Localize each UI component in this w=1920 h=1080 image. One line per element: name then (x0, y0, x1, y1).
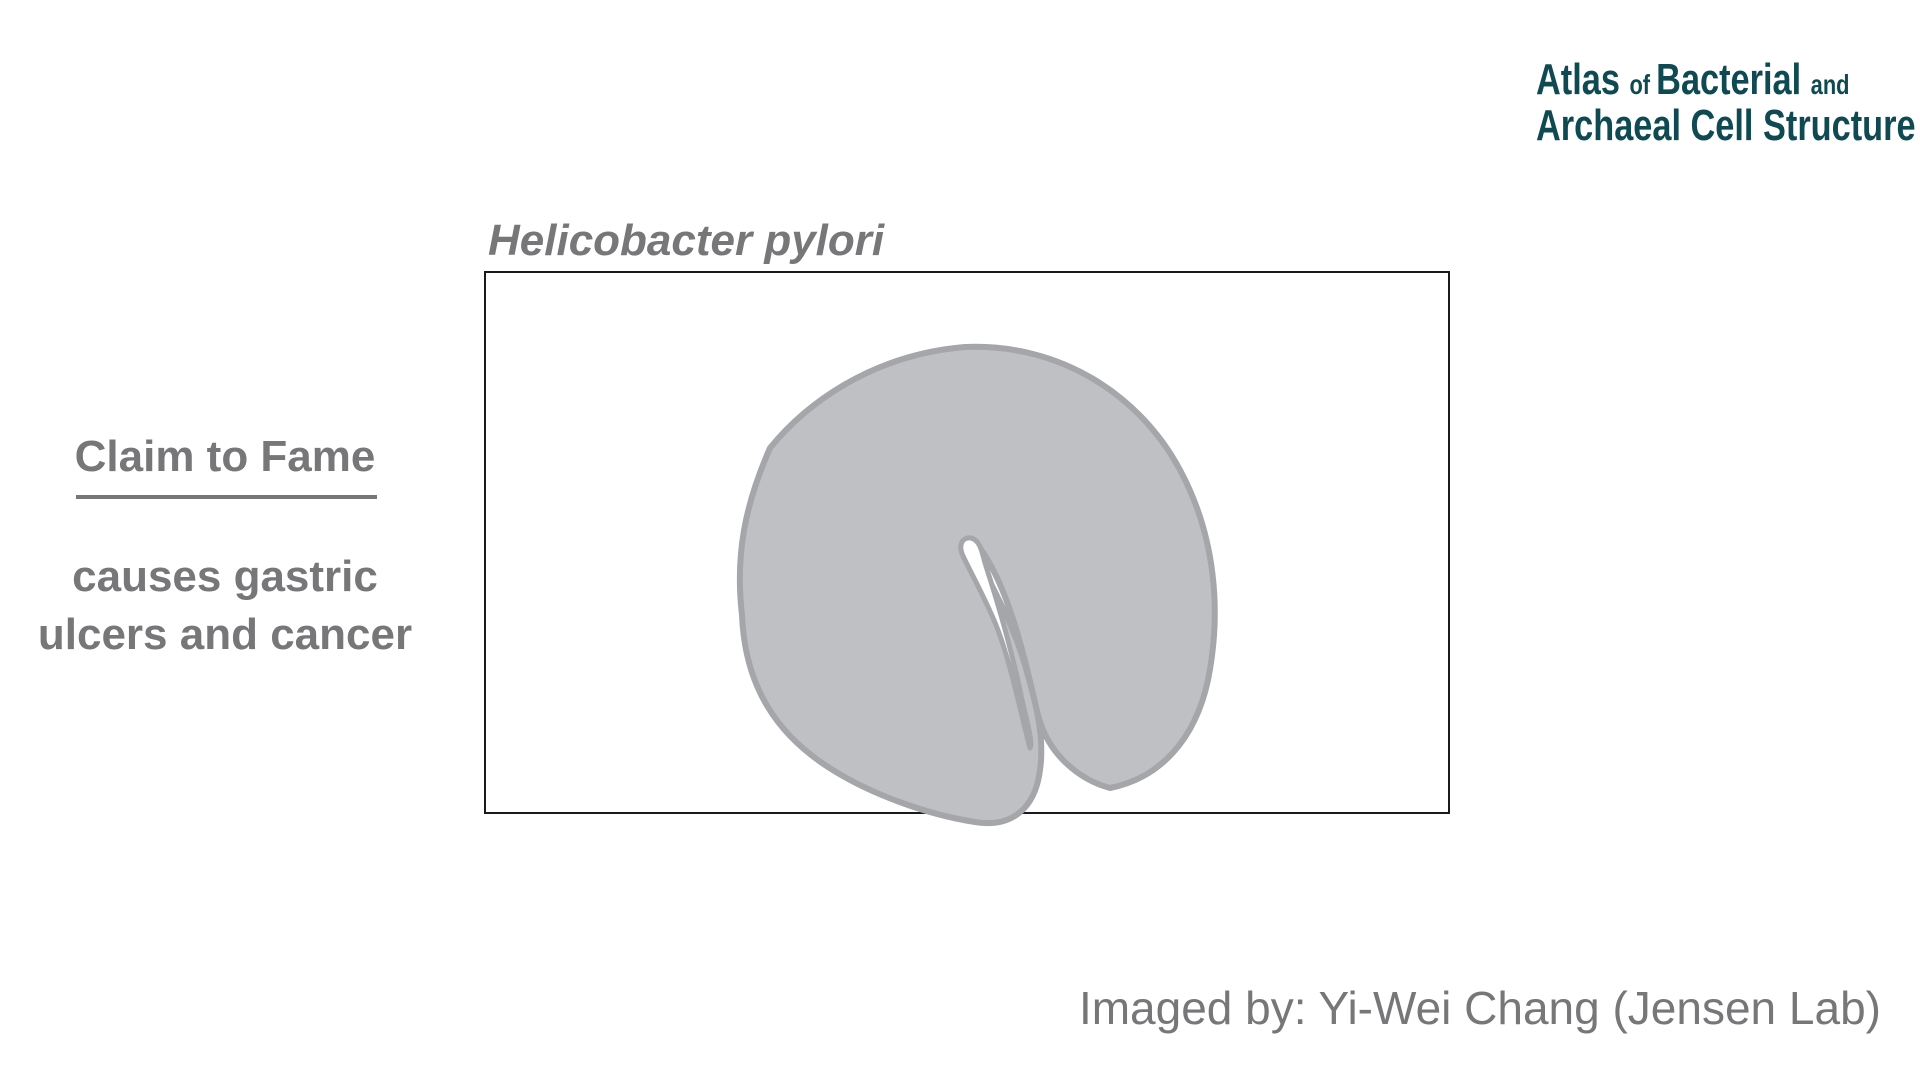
atlas-logo: Atlas of Bacterial and Archaeal Cell Str… (1536, 55, 1916, 150)
logo-line-2: Archaeal Cell Structure (1536, 101, 1916, 150)
species-title: Helicobacter pylori (488, 216, 885, 265)
claim-description: causes gastric ulcers and cancer (30, 548, 420, 664)
claim-line: ulcers and cancer (37, 610, 413, 659)
image-credit: Imaged by: Yi-Wei Chang (Jensen Lab) (1078, 982, 1881, 1034)
logo-word: Bacterial (1656, 55, 1811, 104)
claim-line: causes gastric (72, 552, 378, 601)
claim-to-fame-title: Claim to Fame (74, 432, 376, 481)
logo-word: Atlas (1536, 55, 1630, 104)
logo-line-1: Atlas of Bacterial and (1536, 55, 1850, 104)
claim-divider (76, 495, 377, 499)
logo-word: of (1629, 69, 1657, 100)
logo-word: and (1810, 69, 1850, 100)
image-frame (484, 271, 1450, 814)
